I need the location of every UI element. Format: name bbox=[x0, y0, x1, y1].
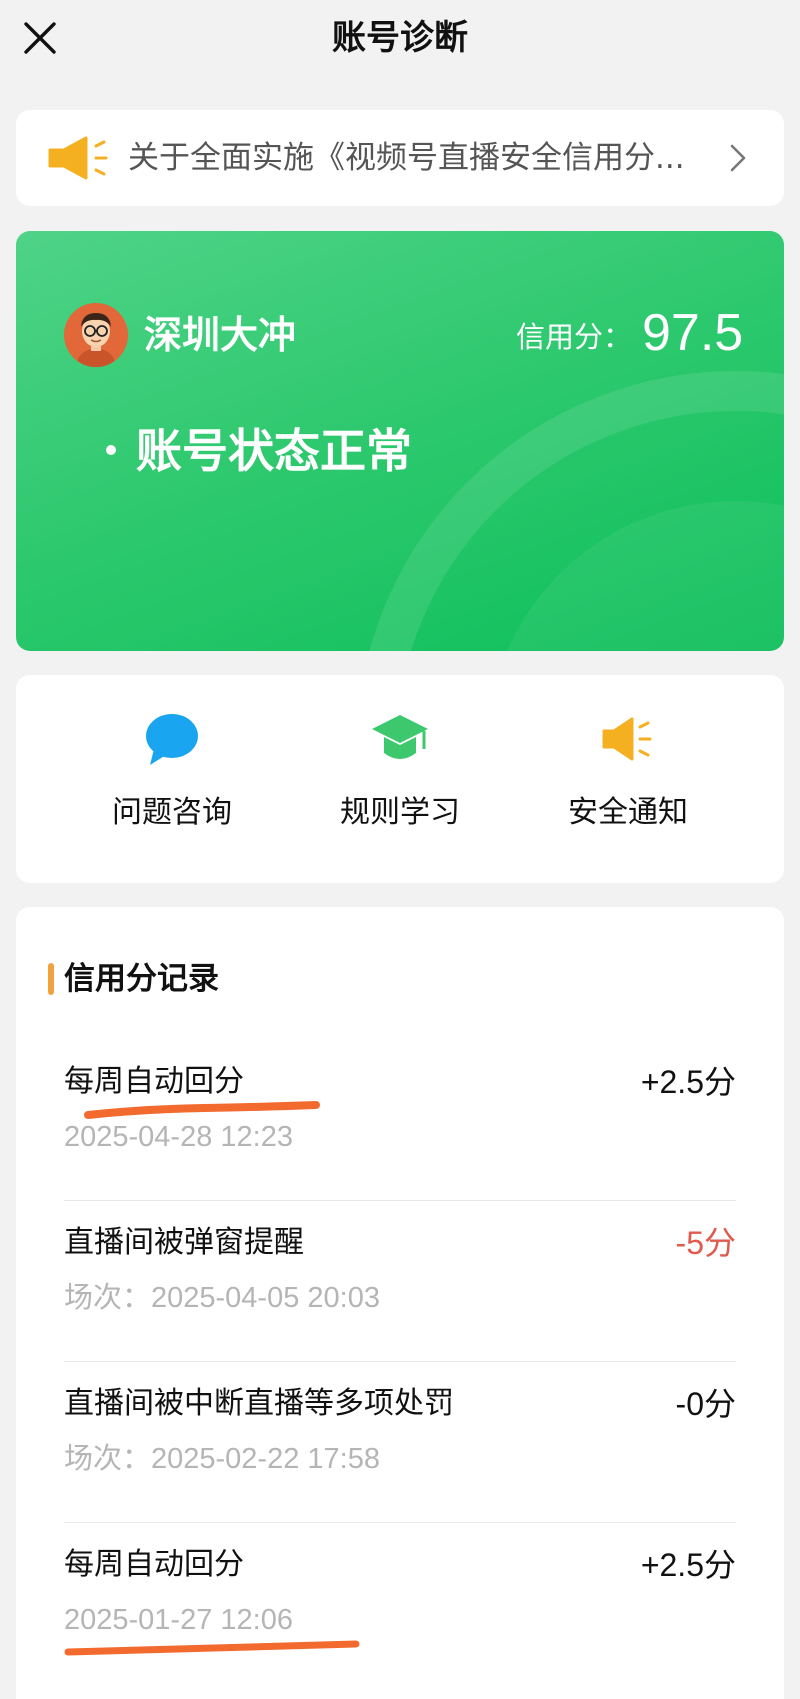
credit-score-label: 信用分： bbox=[516, 320, 633, 354]
top-bar: 账号诊断 bbox=[0, 0, 800, 86]
credit-score-value: 97.5 bbox=[642, 304, 744, 362]
action-label: 规则学习 bbox=[340, 795, 460, 830]
action-label: 安全通知 bbox=[568, 795, 688, 830]
chevron-right-icon bbox=[730, 144, 746, 172]
action-notices[interactable]: 安全通知 bbox=[528, 711, 728, 851]
section-title: 信用分记录 bbox=[64, 961, 219, 997]
avatar-image bbox=[64, 303, 128, 367]
action-rules[interactable]: 规则学习 bbox=[300, 711, 500, 851]
action-consult[interactable]: 问题咨询 bbox=[72, 711, 272, 851]
megaphone-icon bbox=[48, 136, 108, 180]
divider bbox=[64, 1522, 736, 1523]
chat-bubble-icon bbox=[146, 714, 198, 765]
divider bbox=[64, 1200, 736, 1201]
record-title: 直播间被弹窗提醒 bbox=[64, 1225, 304, 1260]
page-title: 账号诊断 bbox=[332, 18, 468, 58]
record-delta: -5分 bbox=[675, 1225, 736, 1261]
record-item[interactable]: 每周自动回分 +2.5分 2025-01-27 12:06 bbox=[64, 1542, 736, 1699]
record-item[interactable]: 直播间被中断直播等多项处罚 -0分 场次：2025-02-22 17:58 bbox=[64, 1381, 736, 1541]
action-label: 问题咨询 bbox=[112, 795, 232, 830]
megaphone-icon bbox=[602, 717, 652, 761]
record-item[interactable]: 直播间被弹窗提醒 -5分 场次：2025-04-05 20:03 bbox=[64, 1220, 736, 1380]
record-time: 场次：2025-02-22 17:58 bbox=[64, 1443, 380, 1475]
credit-status-card: 深圳大冲 信用分： 97.5 账号状态正常 bbox=[16, 231, 784, 651]
credit-records: 信用分记录 每周自动回分 +2.5分 2025-04-28 12:23 直播间被… bbox=[16, 907, 784, 1699]
record-item[interactable]: 每周自动回分 +2.5分 2025-04-28 12:23 bbox=[64, 1059, 736, 1219]
notice-text: 关于全面实施《视频号直播安全信用分... bbox=[128, 140, 685, 176]
section-accent-bar bbox=[48, 963, 54, 995]
hand-underline-mark bbox=[84, 1101, 320, 1119]
record-delta: -0分 bbox=[675, 1386, 736, 1422]
record-delta: +2.5分 bbox=[640, 1064, 736, 1100]
divider bbox=[64, 1361, 736, 1362]
status-bullet bbox=[106, 445, 116, 455]
notice-banner[interactable]: 关于全面实施《视频号直播安全信用分... bbox=[16, 110, 784, 206]
account-status-text: 账号状态正常 bbox=[136, 424, 412, 478]
record-time: 场次：2025-04-05 20:03 bbox=[64, 1282, 380, 1314]
record-delta: +2.5分 bbox=[640, 1547, 736, 1583]
quick-actions: 问题咨询 规则学习 安全通知 bbox=[16, 675, 784, 883]
graduation-cap-icon bbox=[372, 715, 428, 759]
record-title: 每周自动回分 bbox=[64, 1547, 244, 1582]
record-title: 直播间被中断直播等多项处罚 bbox=[64, 1386, 454, 1421]
avatar[interactable] bbox=[64, 303, 128, 367]
username: 深圳大冲 bbox=[144, 313, 297, 357]
hand-underline-mark bbox=[64, 1640, 360, 1656]
